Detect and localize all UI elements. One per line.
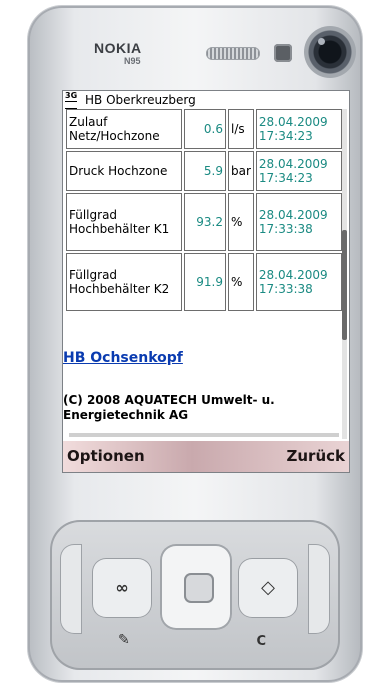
back-softkey[interactable]: Zurück bbox=[287, 447, 346, 465]
copyright-text: (C) 2008 AQUATECH Umwelt- u. Energietech… bbox=[63, 393, 275, 422]
horizontal-scrollbar[interactable] bbox=[69, 433, 339, 437]
front-camera-icon bbox=[304, 26, 356, 78]
table-row: Zulauf Netz/Hochzone 0.6 l/s 28.04.2009 … bbox=[66, 109, 342, 149]
vertical-scrollbar[interactable] bbox=[342, 109, 347, 439]
scroll-thumb[interactable] bbox=[342, 230, 347, 340]
measurement-value: 93.2 bbox=[184, 193, 226, 251]
multimedia-key-icon[interactable]: ◇ bbox=[238, 558, 298, 618]
menu-key-icon[interactable]: ∞ bbox=[92, 558, 152, 618]
measurement-timestamp: 28.04.2009 17:34:23 bbox=[255, 109, 342, 149]
measurement-name: Zulauf Netz/Hochzone bbox=[66, 109, 182, 149]
network-label: 3G bbox=[65, 91, 78, 100]
model-label: N95 bbox=[124, 56, 141, 66]
clear-key[interactable]: C bbox=[256, 634, 266, 649]
measurement-unit: % bbox=[228, 253, 254, 311]
page-content: Zulauf Netz/Hochzone 0.6 l/s 28.04.2009 … bbox=[63, 107, 347, 437]
measurement-table: Zulauf Netz/Hochzone 0.6 l/s 28.04.2009 … bbox=[64, 107, 344, 313]
measurement-unit: % bbox=[228, 193, 254, 251]
page-title: HB Oberkreuzberg bbox=[85, 93, 196, 107]
softkey-bar: Optionen Zurück bbox=[63, 441, 349, 472]
measurement-timestamp: 28.04.2009 17:33:38 bbox=[255, 253, 342, 311]
measurement-name: Füllgrad Hochbehälter K2 bbox=[66, 253, 182, 311]
edit-pencil-icon[interactable]: ✎ bbox=[118, 632, 130, 648]
right-softkey-button[interactable] bbox=[308, 544, 330, 634]
options-softkey[interactable]: Optionen bbox=[67, 447, 145, 465]
measurement-timestamp: 28.04.2009 17:34:23 bbox=[255, 151, 342, 191]
measurement-value: 91.9 bbox=[184, 253, 226, 311]
measurement-timestamp: 28.04.2009 17:33:38 bbox=[255, 193, 342, 251]
measurement-value: 0.6 bbox=[184, 109, 226, 149]
navigation-keypad: ∞ ◇ ✎ C bbox=[50, 520, 340, 670]
phone-screen: 3G HB Oberkreuzberg Zulauf Netz/Hochzone… bbox=[62, 90, 350, 473]
table-row: Füllgrad Hochbehälter K1 93.2 % 28.04.20… bbox=[66, 193, 342, 251]
measurement-name: Füllgrad Hochbehälter K1 bbox=[66, 193, 182, 251]
earpiece-speaker bbox=[206, 47, 260, 60]
measurement-value: 5.9 bbox=[184, 151, 226, 191]
left-softkey-button[interactable] bbox=[60, 544, 82, 634]
measurement-name: Druck Hochzone bbox=[66, 151, 182, 191]
brand-logo: NOKIA bbox=[94, 40, 142, 56]
table-row: Druck Hochzone 5.9 bar 28.04.2009 17:34:… bbox=[66, 151, 342, 191]
select-key[interactable] bbox=[184, 573, 214, 603]
hb-ochsenkopf-link[interactable]: HB Ochsenkopf bbox=[63, 350, 183, 366]
measurement-unit: l/s bbox=[228, 109, 254, 149]
light-sensor bbox=[274, 44, 292, 62]
measurement-unit: bar bbox=[228, 151, 254, 191]
table-row: Füllgrad Hochbehälter K2 91.9 % 28.04.20… bbox=[66, 253, 342, 311]
